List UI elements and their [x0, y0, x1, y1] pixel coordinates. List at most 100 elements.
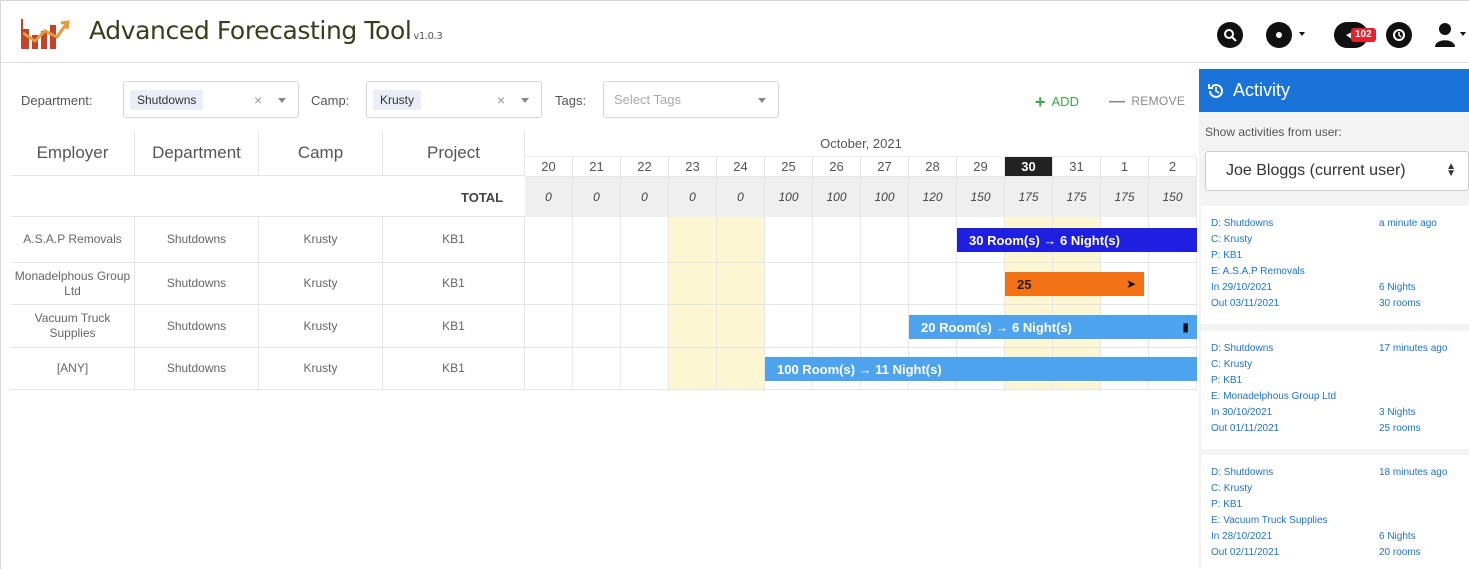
search-icon[interactable]	[1217, 22, 1243, 48]
chevron-down-icon[interactable]	[278, 98, 286, 103]
booking-bar[interactable]: 100 Room(s) → 11 Night(s)	[765, 357, 1197, 381]
activity-e: E: Monadelphous Group Ltd	[1211, 391, 1337, 402]
day-cell[interactable]	[573, 263, 621, 304]
day-header-25: 25	[765, 157, 813, 177]
settings-caret-icon[interactable]	[1299, 32, 1305, 36]
day-cell[interactable]	[765, 217, 813, 262]
day-cell[interactable]	[861, 217, 909, 262]
app-title: Advanced Forecasting Tool v1.0.3	[89, 16, 443, 45]
day-cell[interactable]	[717, 217, 765, 262]
day-cell[interactable]	[669, 263, 717, 304]
clear-icon[interactable]: ×	[254, 92, 262, 108]
tags-label: Tags:	[555, 93, 587, 108]
total-cell: 0	[573, 177, 621, 217]
activity-d: D: Shutdowns	[1211, 343, 1274, 354]
day-cell[interactable]	[525, 348, 573, 389]
day-cell[interactable]	[525, 217, 573, 262]
day-cell[interactable]	[813, 217, 861, 262]
app-logo-icon	[21, 19, 70, 49]
camp-chip: Krusty	[373, 90, 422, 110]
day-cell[interactable]	[669, 348, 717, 389]
day-cell[interactable]	[573, 217, 621, 262]
department-select[interactable]: Shutdowns ×	[123, 81, 299, 118]
booking-bar[interactable]: 30 Room(s) → 6 Night(s)	[957, 228, 1197, 252]
day-cell[interactable]	[717, 263, 765, 304]
day-cell[interactable]	[525, 305, 573, 347]
remove-button[interactable]: — REMOVE	[1109, 93, 1185, 111]
day-cell[interactable]	[669, 305, 717, 347]
activity-nights: 6 Nights	[1379, 531, 1416, 542]
app-version: v1.0.3	[413, 31, 443, 42]
day-header-28: 28	[909, 157, 957, 177]
chevron-down-icon[interactable]	[521, 98, 529, 103]
activity-p: P: KB1	[1211, 499, 1243, 510]
activity-time: 17 minutes ago	[1379, 343, 1448, 354]
booking-bar-label: 30 Room(s) → 6 Night(s)	[969, 232, 1120, 248]
day-header-1: 1	[1101, 157, 1149, 177]
column-header-project[interactable]: Project	[383, 131, 525, 176]
tags-select[interactable]: Select Tags	[603, 81, 779, 118]
column-header-employer[interactable]: Employer	[11, 131, 135, 176]
day-cell[interactable]	[861, 263, 909, 304]
activity-p: P: KB1	[1211, 250, 1243, 261]
day-cell[interactable]	[525, 263, 573, 304]
cell-project: KB1	[383, 305, 525, 347]
user-caret-icon[interactable]	[1460, 32, 1466, 36]
table-row[interactable]: Monadelphous Group Ltd Shutdowns Krusty KB1…	[11, 263, 1197, 305]
day-cell[interactable]	[621, 263, 669, 304]
day-cell[interactable]	[813, 305, 861, 347]
day-cell[interactable]	[717, 348, 765, 389]
total-cell: 120	[909, 177, 957, 217]
day-cell[interactable]	[621, 348, 669, 389]
day-cell[interactable]	[621, 305, 669, 347]
day-cell[interactable]	[573, 305, 621, 347]
activity-c: C: Krusty	[1211, 483, 1253, 494]
activity-item[interactable]: D: Shutdowns C: Krusty P: KB1 E: Vacuum Tru…	[1201, 455, 1469, 569]
day-cell[interactable]	[861, 305, 909, 347]
day-cell[interactable]	[621, 217, 669, 262]
day-cell[interactable]	[813, 263, 861, 304]
day-cell[interactable]	[765, 305, 813, 347]
app-header: Advanced Forecasting Tool v1.0.3 102	[1, 1, 1469, 63]
day-cell[interactable]	[909, 263, 957, 304]
day-header-20: 20	[525, 157, 573, 177]
booking-bar-label: 20 Room(s) → 6 Night(s)	[921, 319, 1072, 335]
booking-bar[interactable]: 25 ➤	[1005, 272, 1145, 296]
day-cell[interactable]	[957, 263, 1005, 304]
day-cell[interactable]	[765, 263, 813, 304]
day-cell[interactable]	[573, 348, 621, 389]
cell-employer: A.S.A.P Removals	[11, 217, 135, 262]
chevron-down-icon[interactable]	[758, 98, 766, 103]
total-cell: 0	[717, 177, 765, 217]
day-header-31: 31	[1053, 157, 1101, 177]
table-row[interactable]: [ANY] Shutdowns Krusty KB1 100 Room(s) → 11 …	[11, 348, 1197, 390]
total-cell: 150	[957, 177, 1005, 217]
day-header-27: 27	[861, 157, 909, 177]
history-icon[interactable]	[1386, 22, 1412, 48]
activity-item[interactable]: D: Shutdowns C: Krusty P: KB1 E: Monadelpho…	[1201, 331, 1469, 449]
gear-icon[interactable]	[1266, 22, 1292, 48]
activity-nights: 6 Nights	[1379, 282, 1416, 293]
day-cell[interactable]	[909, 217, 957, 262]
column-header-department[interactable]: Department	[135, 131, 259, 176]
camp-select[interactable]: Krusty ×	[366, 81, 542, 118]
table-row[interactable]: A.S.A.P Removals Shutdowns Krusty KB1 30 Roo…	[11, 217, 1197, 263]
booking-bar[interactable]: 20 Room(s) → 6 Night(s) ▮	[909, 315, 1197, 339]
clear-icon[interactable]: ×	[497, 92, 505, 108]
day-header-2: 2	[1149, 157, 1197, 177]
column-header-camp[interactable]: Camp	[259, 131, 383, 176]
activity-time: a minute ago	[1379, 218, 1437, 229]
remove-button-label: REMOVE	[1131, 94, 1186, 108]
add-button[interactable]: + ADD	[1035, 92, 1079, 113]
tags-placeholder: Select Tags	[614, 92, 681, 107]
user-select[interactable]: Joe Bloggs (current user) ▲ ▼	[1205, 151, 1469, 191]
activity-rooms: 30 rooms	[1379, 298, 1421, 309]
table-row[interactable]: Vacuum Truck Supplies Shutdowns Krusty KB1 2…	[11, 305, 1197, 348]
day-cell[interactable]	[1149, 263, 1197, 304]
user-icon[interactable]	[1434, 22, 1456, 48]
day-cell[interactable]	[717, 305, 765, 347]
activity-item[interactable]: D: Shutdowns C: Krusty P: KB1 E: A.S.A.P Re…	[1201, 206, 1469, 324]
day-cell[interactable]	[669, 217, 717, 262]
